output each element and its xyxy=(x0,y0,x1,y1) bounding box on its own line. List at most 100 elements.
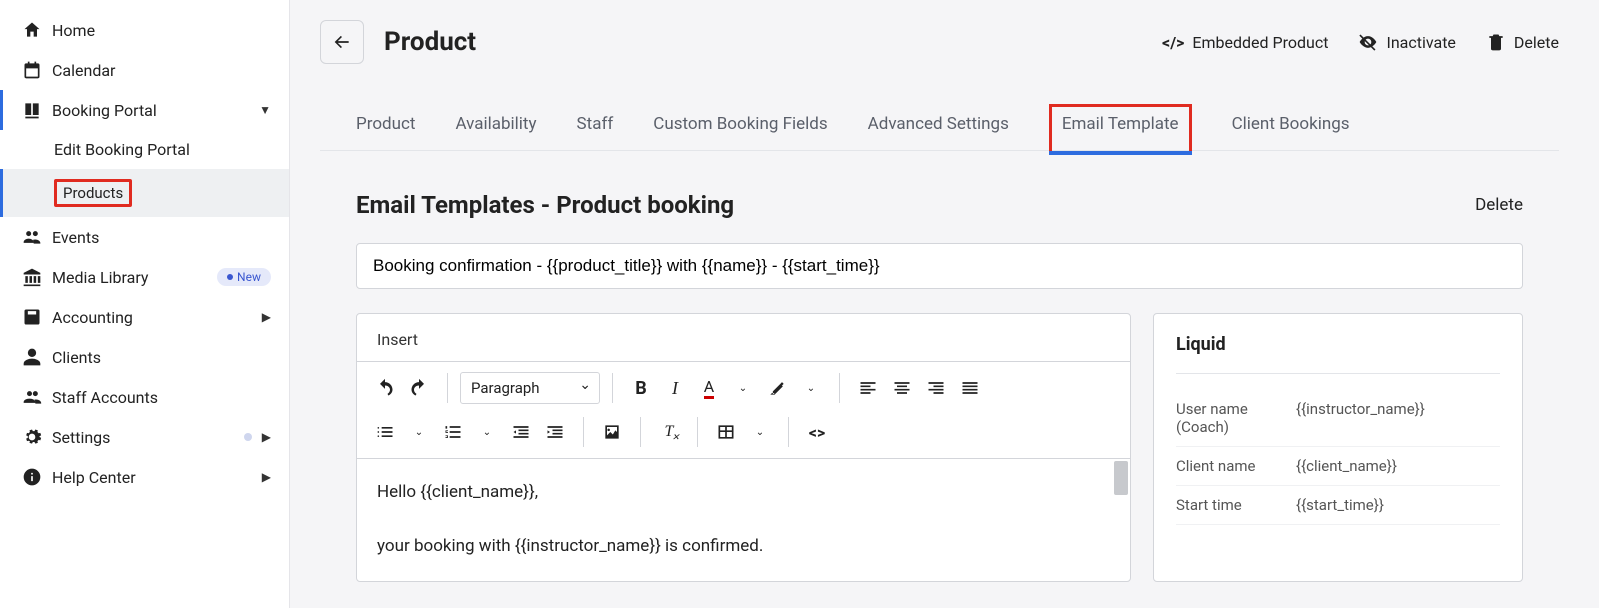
nav-label: Products xyxy=(54,179,132,207)
align-left-button[interactable] xyxy=(852,372,884,404)
nav-accounting[interactable]: Accounting ▶ xyxy=(0,297,289,337)
editor-line: Hello {{client_name}}, xyxy=(377,479,1110,506)
users-icon xyxy=(22,227,52,247)
tabs: Product Availability Staff Custom Bookin… xyxy=(320,104,1559,151)
nav-events[interactable]: Events xyxy=(0,217,289,257)
calendar-icon xyxy=(22,60,52,80)
nav-booking-portal[interactable]: Booking Portal ▼ xyxy=(0,90,289,130)
home-icon xyxy=(22,20,52,40)
bullet-list-caret[interactable]: ⌄ xyxy=(403,416,435,448)
block-format-select[interactable]: Paragraph xyxy=(460,372,600,404)
sidebar: Home Calendar Booking Portal ▼ Edit Book… xyxy=(0,0,290,608)
liquid-key: Client name xyxy=(1176,457,1296,475)
subject-input[interactable] xyxy=(356,243,1523,289)
nav-staff-accounts[interactable]: Staff Accounts xyxy=(0,377,289,417)
tab-client-bookings[interactable]: Client Bookings xyxy=(1232,104,1350,150)
liquid-panel: Liquid User name (Coach) {{instructor_na… xyxy=(1153,313,1523,582)
table-button[interactable] xyxy=(710,416,742,448)
liquid-title: Liquid xyxy=(1176,334,1500,374)
tab-availability[interactable]: Availability xyxy=(455,104,536,150)
editor-line: your booking with {{instructor_name}} is… xyxy=(377,533,1110,560)
nav-settings[interactable]: Settings ▶ xyxy=(0,417,289,457)
liquid-value: {{client_name}} xyxy=(1296,457,1397,475)
nav-label: Staff Accounts xyxy=(52,388,271,407)
tab-product[interactable]: Product xyxy=(356,104,415,150)
content-delete-button[interactable]: Delete xyxy=(1475,195,1523,215)
nav-products[interactable]: Products xyxy=(0,169,289,217)
liquid-value: {{start_time}} xyxy=(1296,496,1384,514)
delete-button[interactable]: Delete xyxy=(1486,32,1559,52)
redo-button[interactable] xyxy=(403,372,435,404)
main: Product </> Embedded Product Inactivate … xyxy=(290,0,1599,608)
nav-label: Help Center xyxy=(52,468,262,487)
eye-off-icon xyxy=(1358,32,1378,52)
liquid-key: Start time xyxy=(1176,496,1296,514)
editor: Insert Paragraph B I A ⌄ xyxy=(356,313,1131,582)
align-justify-button[interactable] xyxy=(954,372,986,404)
nav-label: Media Library xyxy=(52,268,211,287)
content-head: Email Templates - Product booking Delete xyxy=(356,191,1523,219)
nav-label: Clients xyxy=(52,348,271,367)
editor-body[interactable]: Hello {{client_name}}, your booking with… xyxy=(357,459,1130,581)
tab-advanced-settings[interactable]: Advanced Settings xyxy=(868,104,1009,150)
clear-format-button[interactable]: T✕ xyxy=(653,416,685,448)
italic-button[interactable]: I xyxy=(659,372,691,404)
arrow-left-icon xyxy=(332,32,352,52)
nav-label: Booking Portal xyxy=(52,101,259,120)
editor-toolbar: Paragraph B I A ⌄ ⌄ xyxy=(357,361,1130,459)
nav-label: Settings xyxy=(52,428,244,447)
action-label: Embedded Product xyxy=(1192,33,1328,52)
embedded-product-button[interactable]: </> Embedded Product xyxy=(1162,33,1328,52)
nav-label: Accounting xyxy=(52,308,262,327)
action-label: Inactivate xyxy=(1386,33,1455,52)
top-bar: Product </> Embedded Product Inactivate … xyxy=(320,20,1559,64)
nav-label: Events xyxy=(52,228,271,247)
highlight-button[interactable] xyxy=(761,372,793,404)
editor-insert-tab[interactable]: Insert xyxy=(357,330,1130,361)
content-heading: Email Templates - Product booking xyxy=(356,191,734,219)
top-actions: </> Embedded Product Inactivate Delete xyxy=(1162,32,1559,52)
back-button[interactable] xyxy=(320,20,364,64)
highlight-caret[interactable]: ⌄ xyxy=(795,372,827,404)
person-icon xyxy=(22,347,52,367)
image-button[interactable] xyxy=(596,416,628,448)
align-right-button[interactable] xyxy=(920,372,952,404)
liquid-key: User name (Coach) xyxy=(1176,400,1296,436)
nav-label: Calendar xyxy=(52,61,271,80)
number-list-button[interactable] xyxy=(437,416,469,448)
inactivate-button[interactable]: Inactivate xyxy=(1358,32,1455,52)
chevron-down-icon: ▼ xyxy=(259,103,271,117)
nav-calendar[interactable]: Calendar xyxy=(0,50,289,90)
number-list-caret[interactable]: ⌄ xyxy=(471,416,503,448)
nav-clients[interactable]: Clients xyxy=(0,337,289,377)
scrollbar-thumb[interactable] xyxy=(1114,461,1128,495)
staff-icon xyxy=(22,387,52,407)
action-label: Delete xyxy=(1514,33,1559,52)
page-title: Product xyxy=(384,27,476,57)
nav-label: Edit Booking Portal xyxy=(54,140,271,159)
book-icon xyxy=(22,100,52,120)
text-color-caret[interactable]: ⌄ xyxy=(727,372,759,404)
undo-button[interactable] xyxy=(369,372,401,404)
liquid-row: Client name {{client_name}} xyxy=(1176,447,1500,486)
nav-home[interactable]: Home xyxy=(0,10,289,50)
gear-icon xyxy=(22,427,52,447)
tab-staff[interactable]: Staff xyxy=(577,104,614,150)
code-view-button[interactable]: <> xyxy=(801,416,833,448)
align-center-button[interactable] xyxy=(886,372,918,404)
chevron-right-icon: ▶ xyxy=(262,310,271,324)
liquid-row: Start time {{start_time}} xyxy=(1176,486,1500,525)
liquid-row: User name (Coach) {{instructor_name}} xyxy=(1176,390,1500,447)
nav-media-library[interactable]: Media Library New xyxy=(0,257,289,297)
indent-button[interactable] xyxy=(539,416,571,448)
text-color-button[interactable]: A xyxy=(693,372,725,404)
table-caret[interactable]: ⌄ xyxy=(744,416,776,448)
liquid-value: {{instructor_name}} xyxy=(1296,400,1425,436)
tab-custom-booking-fields[interactable]: Custom Booking Fields xyxy=(653,104,827,150)
nav-help-center[interactable]: Help Center ▶ xyxy=(0,457,289,497)
tab-email-template[interactable]: Email Template xyxy=(1049,104,1192,151)
bullet-list-button[interactable] xyxy=(369,416,401,448)
outdent-button[interactable] xyxy=(505,416,537,448)
bold-button[interactable]: B xyxy=(625,372,657,404)
nav-edit-booking-portal[interactable]: Edit Booking Portal xyxy=(0,130,289,169)
